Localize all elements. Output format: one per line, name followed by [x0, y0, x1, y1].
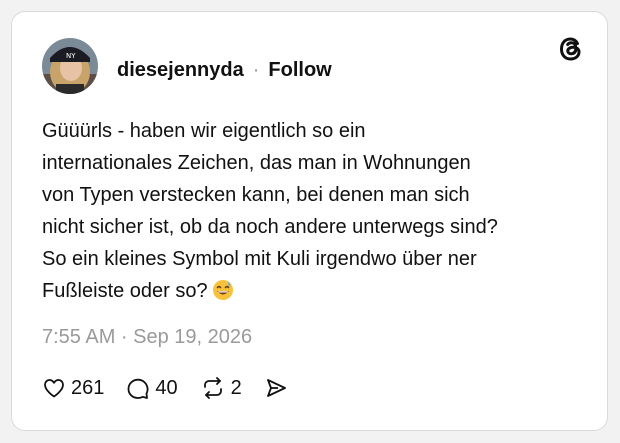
post-text-last-line-wrap: Fußleiste oder so? [42, 275, 587, 311]
reply-count: 40 [155, 376, 178, 399]
post-text-line: nicht sicher ist, ob da noch andere unte… [42, 216, 498, 238]
heart-icon [42, 376, 66, 400]
repost-count: 2 [230, 376, 242, 399]
avatar[interactable]: NY [42, 38, 98, 94]
post-header: diesejennyda · Follow [117, 57, 332, 83]
threads-logo-icon[interactable] [556, 34, 586, 64]
speech-bubble-icon [126, 376, 150, 400]
reply-button[interactable]: 40 [126, 376, 178, 400]
like-button[interactable]: 261 [42, 376, 104, 400]
post-text: Güüürls - haben wir eigentlich so ein in… [42, 115, 587, 311]
action-bar: 261 40 2 [42, 374, 310, 402]
post-text-line: Güüürls - haben wir eigentlich so ein [42, 120, 366, 142]
post-timestamp[interactable]: 7:55 AM · Sep 19, 2026 [42, 326, 252, 349]
share-button[interactable] [264, 376, 288, 400]
header-separator: · [252, 58, 260, 81]
post-text-line: So ein kleines Symbol mit Kuli irgendwo … [42, 248, 477, 270]
username[interactable]: diesejennyda [117, 59, 244, 82]
grinning-face-with-sweat-icon [212, 279, 234, 311]
like-count: 261 [71, 376, 105, 399]
repost-icon [200, 376, 226, 400]
send-icon [264, 376, 288, 400]
post-text-line: internationales Zeichen, das man in Wohn… [42, 152, 471, 174]
svg-text:NY: NY [66, 52, 76, 60]
repost-button[interactable]: 2 [200, 376, 242, 400]
post-card: NY diesejennyda · Follow Güüürls - haben… [11, 11, 608, 431]
post-text-line: von Typen verstecken kann, bei denen man… [42, 184, 470, 206]
follow-button[interactable]: Follow [268, 59, 331, 82]
post-text-line: Fußleiste oder so? [42, 280, 208, 302]
